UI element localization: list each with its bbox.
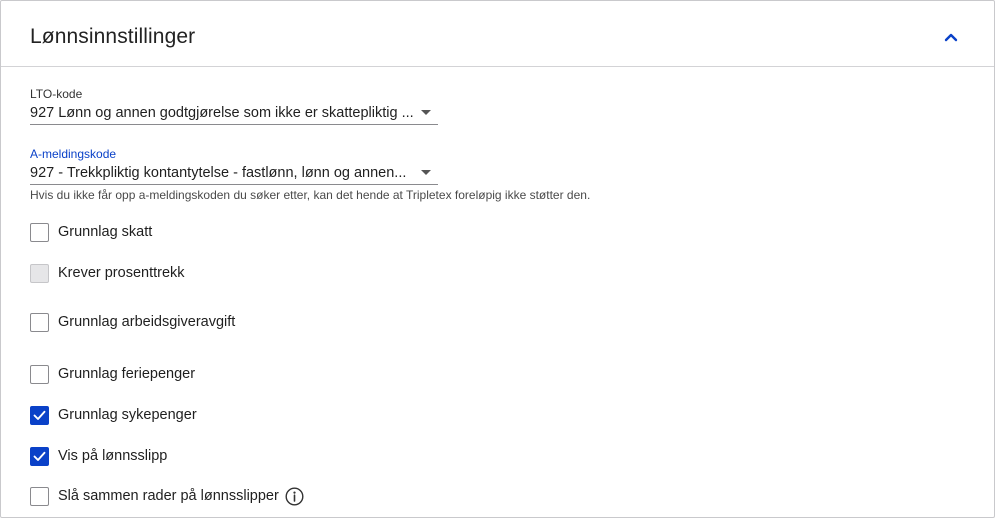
checkbox-disabled (30, 263, 49, 283)
info-icon[interactable] (285, 486, 304, 506)
a-melding-code-value: 927 - Trekkpliktig kontantytelse - fastl… (30, 165, 407, 181)
checkbox[interactable] (30, 486, 49, 506)
checkmark-icon (33, 451, 46, 461)
lto-code-value: 927 Lønn og annen godtgjørelse som ikke … (30, 105, 414, 121)
collapse-button[interactable] (939, 25, 963, 49)
checkbox-slaa-sammen-rader[interactable]: Slå sammen rader på lønnsslipper (30, 485, 304, 507)
checkbox[interactable] (30, 364, 49, 384)
checkbox-vis-paa-lonnsslipp[interactable]: Vis på lønnsslipp (30, 445, 167, 467)
a-melding-code-field: A-meldingskode 927 - Trekkpliktig kontan… (30, 147, 438, 185)
checkbox-label: Slå sammen rader på lønnsslipper (58, 488, 279, 504)
checkbox-grunnlag-sykepenger[interactable]: Grunnlag sykepenger (30, 404, 197, 426)
checkbox-label: Krever prosenttrekk (58, 265, 185, 281)
panel-title: Lønnsinnstillinger (30, 25, 196, 48)
checkbox-checked[interactable] (30, 446, 49, 466)
lto-code-select[interactable]: 927 Lønn og annen godtgjørelse som ikke … (30, 101, 438, 125)
lto-code-field: LTO-kode 927 Lønn og annen godtgjørelse … (30, 87, 438, 125)
checkmark-icon (33, 410, 46, 420)
checkbox-checked[interactable] (30, 405, 49, 425)
checkbox-grunnlag-arbeidsgiveravgift[interactable]: Grunnlag arbeidsgiveravgift (30, 311, 235, 333)
payroll-settings-panel: Lønnsinnstillinger LTO-kode 927 Lønn og … (0, 0, 995, 518)
checkbox-label: Grunnlag arbeidsgiveravgift (58, 314, 236, 330)
checkbox-label: Grunnlag sykepenger (58, 407, 197, 423)
a-melding-code-select[interactable]: 927 - Trekkpliktig kontantytelse - fastl… (30, 161, 438, 185)
a-melding-helper-text: Hvis du ikke får opp a-meldingskoden du … (30, 188, 591, 202)
checkbox[interactable] (30, 312, 49, 332)
lto-code-label: LTO-kode (30, 87, 83, 101)
checkbox[interactable] (30, 222, 49, 242)
checkbox-label: Grunnlag feriepenger (58, 366, 196, 382)
checkbox-label: Vis på lønnsslipp (58, 448, 168, 464)
checkbox-label: Grunnlag skatt (58, 224, 153, 240)
checkbox-grunnlag-feriepenger[interactable]: Grunnlag feriepenger (30, 363, 195, 385)
checkbox-krever-prosenttrekk: Krever prosenttrekk (30, 262, 185, 284)
panel-header[interactable]: Lønnsinnstillinger (1, 1, 994, 67)
checkbox-grunnlag-skatt[interactable]: Grunnlag skatt (30, 221, 152, 243)
chevron-up-icon (944, 33, 958, 42)
a-melding-code-label: A-meldingskode (30, 147, 117, 161)
dropdown-arrow-icon (421, 170, 431, 175)
dropdown-arrow-icon (421, 110, 431, 115)
